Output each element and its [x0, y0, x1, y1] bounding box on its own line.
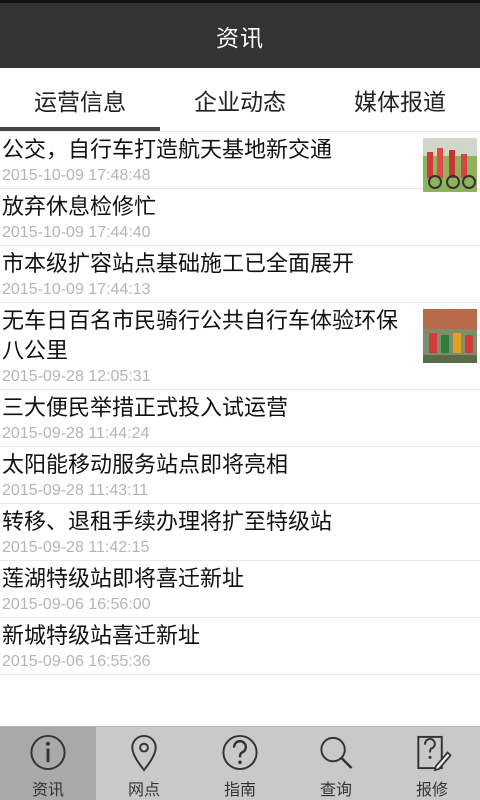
repair-report-icon — [417, 735, 452, 772]
news-item[interactable]: 公交，自行车打造航天基地新交通 2015-10-09 17:48:48 — [0, 132, 480, 192]
tab-operation-info[interactable]: 运营信息 — [0, 68, 160, 131]
page-title: 资讯 — [216, 25, 264, 52]
news-time: 2015-09-28 11:42:15 — [2, 539, 150, 556]
search-icon — [320, 736, 353, 769]
news-title: 转移、退租手续办理将扩至特级站 — [2, 510, 333, 535]
news-title: 新城特级站喜迁新址 — [2, 624, 201, 649]
nav-item-news[interactable]: 资讯 — [0, 727, 96, 800]
news-item[interactable]: 新城特级站喜迁新址 2015-09-06 16:55:36 — [0, 618, 480, 675]
news-time: 2015-09-28 11:44:24 — [2, 425, 150, 442]
nav-item-query[interactable]: 查询 — [288, 727, 384, 800]
news-time: 2015-10-09 17:44:13 — [2, 281, 151, 298]
news-item[interactable]: 无车日百名市民骑行公共自行车体验环保八公里 2015-09-28 12:05:3… — [0, 303, 480, 390]
nav-item-guide[interactable]: 指南 — [192, 727, 288, 800]
news-item[interactable]: 转移、退租手续办理将扩至特级站 2015-09-28 11:42:15 — [0, 504, 480, 561]
news-title: 放弃休息检修忙 — [2, 195, 157, 220]
question-icon — [222, 734, 258, 771]
news-title: 市本级扩容站点基础施工已全面展开 — [2, 252, 355, 277]
nav-label: 报修 — [415, 780, 448, 799]
news-thumbnail — [423, 138, 477, 192]
news-item[interactable]: 市本级扩容站点基础施工已全面展开 2015-10-09 17:44:13 — [0, 246, 480, 303]
news-time: 2015-10-09 17:48:48 — [2, 167, 151, 184]
news-time: 2015-10-09 17:44:40 — [2, 224, 151, 241]
news-item[interactable]: 莲湖特级站即将喜迁新址 2015-09-06 16:56:00 — [0, 561, 480, 618]
news-thumbnail — [423, 309, 477, 363]
news-title: 莲湖特级站即将喜迁新址 — [2, 567, 245, 592]
news-title: 三大便民举措正式投入试运营 — [2, 396, 289, 421]
bottom-nav: 资讯 网点 指南 查询 报修 — [0, 726, 480, 800]
news-time: 2015-09-06 16:56:00 — [2, 596, 151, 613]
news-time: 2015-09-28 11:43:11 — [2, 482, 149, 499]
tab-media-reports[interactable]: 媒体报道 — [320, 68, 480, 131]
news-time: 2015-09-28 12:05:31 — [2, 368, 151, 385]
news-title: 无车日百名市民骑行公共自行车体验环保八公里 — [2, 309, 399, 364]
news-title: 公交，自行车打造航天基地新交通 — [2, 138, 333, 163]
news-title: 太阳能移动服务站点即将亮相 — [2, 453, 289, 478]
nav-item-repair[interactable]: 报修 — [384, 727, 480, 800]
news-item[interactable]: 放弃休息检修忙 2015-10-09 17:44:40 — [0, 189, 480, 246]
nav-label: 指南 — [223, 780, 256, 799]
location-pin-icon — [131, 735, 157, 772]
tab-company-news[interactable]: 企业动态 — [160, 68, 320, 131]
info-icon — [30, 734, 66, 771]
nav-item-outlets[interactable]: 网点 — [96, 727, 192, 800]
nav-label: 网点 — [127, 780, 160, 799]
news-item[interactable]: 太阳能移动服务站点即将亮相 2015-09-28 11:43:11 — [0, 447, 480, 504]
news-time: 2015-09-06 16:55:36 — [2, 653, 151, 670]
title-bar: 资讯 — [0, 0, 480, 68]
nav-label: 查询 — [319, 780, 352, 799]
news-list: 公交，自行车打造航天基地新交通 2015-10-09 17:48:48 放弃休息… — [0, 132, 480, 726]
news-item[interactable]: 三大便民举措正式投入试运营 2015-09-28 11:44:24 — [0, 390, 480, 447]
category-tabs: 运营信息 企业动态 媒体报道 — [0, 68, 480, 132]
nav-label: 资讯 — [31, 780, 64, 799]
